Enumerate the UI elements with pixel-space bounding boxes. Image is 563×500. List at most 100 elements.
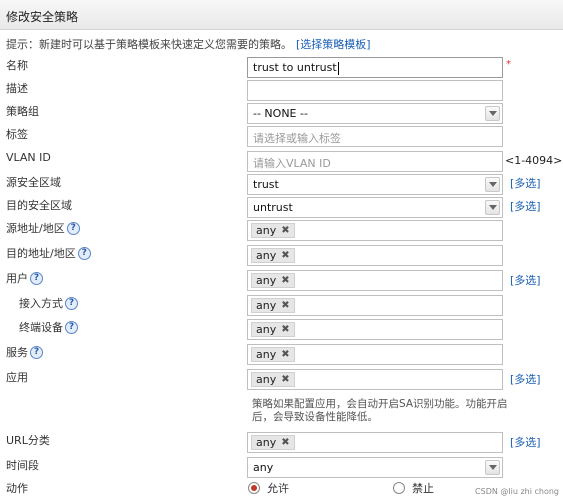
user-label-text: 用户 bbox=[6, 272, 28, 285]
user-multi-link[interactable]: [多选] bbox=[510, 272, 541, 288]
time-range-select[interactable]: any bbox=[247, 457, 503, 478]
policy-group-value: -- NONE -- bbox=[253, 107, 308, 120]
tag-input[interactable]: 请选择或输入标签 bbox=[247, 126, 503, 147]
terminal-label-text: 终端设备 bbox=[19, 321, 63, 334]
access-mode-input[interactable]: any ✖ bbox=[247, 295, 503, 316]
text-caret bbox=[337, 61, 339, 75]
application-input[interactable]: any ✖ bbox=[247, 369, 503, 390]
chevron-down-icon[interactable] bbox=[485, 106, 500, 121]
dst-zone-multi-link[interactable]: [多选] bbox=[510, 198, 541, 214]
terminal-label: 终端设备? bbox=[19, 319, 78, 335]
action-label: 动作 bbox=[6, 482, 28, 495]
description-input[interactable] bbox=[247, 80, 503, 101]
dst-zone-value: untrust bbox=[253, 201, 293, 214]
user-input[interactable]: any ✖ bbox=[247, 270, 503, 291]
dst-zone-label: 目的安全区域 bbox=[6, 199, 72, 212]
select-template-link[interactable]: [选择策略模板] bbox=[296, 38, 371, 51]
time-range-label: 时间段 bbox=[6, 459, 39, 472]
tag-chip: any ✖ bbox=[251, 372, 295, 387]
remove-icon[interactable]: ✖ bbox=[281, 299, 289, 312]
url-category-label: URL分类 bbox=[6, 434, 50, 447]
help-icon[interactable]: ? bbox=[30, 345, 43, 359]
src-zone-value: trust bbox=[253, 178, 279, 191]
src-zone-multi-link[interactable]: [多选] bbox=[510, 175, 541, 191]
src-addr-input[interactable]: any ✖ bbox=[247, 220, 503, 241]
tag-label: 标签 bbox=[6, 128, 28, 141]
dialog-titlebar: 修改安全策略 bbox=[0, 0, 563, 30]
service-label-text: 服务 bbox=[6, 346, 28, 359]
remove-icon[interactable]: ✖ bbox=[281, 373, 289, 386]
remove-icon[interactable]: ✖ bbox=[281, 249, 289, 262]
tag-chip: any ✖ bbox=[251, 223, 295, 238]
help-icon[interactable]: ? bbox=[65, 320, 78, 334]
src-zone-label: 源安全区域 bbox=[6, 176, 61, 189]
url-category-multi-link[interactable]: [多选] bbox=[510, 434, 541, 450]
tag-chip: any ✖ bbox=[251, 298, 295, 313]
remove-icon[interactable]: ✖ bbox=[281, 348, 289, 361]
vlan-id-placeholder: 请输入VLAN ID bbox=[253, 157, 331, 170]
help-icon[interactable]: ? bbox=[66, 221, 80, 235]
dst-addr-label: 目的地址/地区? bbox=[6, 245, 91, 261]
help-icon[interactable]: ? bbox=[77, 246, 91, 260]
remove-icon[interactable]: ✖ bbox=[281, 323, 289, 336]
watermark: CSDN @liu zhi chong bbox=[475, 487, 559, 496]
src-zone-select[interactable]: trust bbox=[247, 174, 503, 195]
chevron-down-icon[interactable] bbox=[485, 460, 500, 475]
vlan-id-input[interactable]: 请输入VLAN ID bbox=[247, 151, 503, 172]
tag-chip-label: any bbox=[256, 373, 277, 386]
action-deny-radio[interactable]: 禁止 bbox=[393, 480, 434, 496]
radio-selected-icon bbox=[248, 482, 260, 494]
hint-row: 提示：新建时可以基于策略模板来快速定义您需要的策略。 [选择策略模板] bbox=[6, 36, 371, 52]
radio-empty-icon bbox=[393, 482, 405, 494]
policy-group-select[interactable]: -- NONE -- bbox=[247, 103, 503, 124]
remove-icon[interactable]: ✖ bbox=[281, 274, 289, 287]
required-mark: * bbox=[506, 59, 511, 70]
tag-chip-label: any bbox=[256, 299, 277, 312]
src-addr-label-text: 源地址/地区 bbox=[6, 222, 65, 235]
tag-chip: any ✖ bbox=[251, 248, 295, 263]
remove-icon[interactable]: ✖ bbox=[281, 436, 289, 449]
service-input[interactable]: any ✖ bbox=[247, 344, 503, 365]
terminal-input[interactable]: any ✖ bbox=[247, 319, 503, 340]
chevron-down-icon[interactable] bbox=[485, 177, 500, 192]
access-mode-label-text: 接入方式 bbox=[19, 297, 63, 310]
tag-chip: any ✖ bbox=[251, 273, 295, 288]
chevron-down-icon[interactable] bbox=[485, 200, 500, 215]
name-input[interactable]: trust to untrust bbox=[247, 57, 503, 78]
tag-placeholder: 请选择或输入标签 bbox=[253, 132, 341, 145]
access-mode-label: 接入方式? bbox=[19, 295, 78, 311]
tag-chip: any ✖ bbox=[251, 435, 295, 450]
remove-icon[interactable]: ✖ bbox=[281, 224, 289, 237]
vlan-range-hint: <1-4094> bbox=[505, 154, 563, 167]
tag-chip-label: any bbox=[256, 274, 277, 287]
dst-addr-input[interactable]: any ✖ bbox=[247, 245, 503, 266]
application-label: 应用 bbox=[6, 371, 28, 384]
name-value: trust to untrust bbox=[253, 61, 337, 74]
application-note: 策略如果配置应用，会自动开启SA识别功能。功能开启后，会导致设备性能降低。 bbox=[252, 398, 508, 423]
tag-chip-label: any bbox=[256, 249, 277, 262]
help-icon[interactable]: ? bbox=[30, 271, 43, 285]
tag-chip-label: any bbox=[256, 224, 277, 237]
tag-chip-label: any bbox=[256, 436, 277, 449]
tag-chip: any ✖ bbox=[251, 322, 295, 337]
vlan-id-label: VLAN ID bbox=[6, 151, 51, 164]
user-label: 用户? bbox=[6, 270, 43, 286]
description-label: 描述 bbox=[6, 82, 28, 95]
dst-addr-label-text: 目的地址/地区 bbox=[6, 247, 76, 260]
service-label: 服务? bbox=[6, 344, 43, 360]
tag-chip-label: any bbox=[256, 348, 277, 361]
application-multi-link[interactable]: [多选] bbox=[510, 371, 541, 387]
dst-zone-select[interactable]: untrust bbox=[247, 197, 503, 218]
action-permit-radio[interactable]: 允许 bbox=[248, 480, 289, 496]
url-category-input[interactable]: any ✖ bbox=[247, 432, 503, 453]
action-permit-label: 允许 bbox=[267, 482, 289, 495]
action-deny-label: 禁止 bbox=[412, 482, 434, 495]
tag-chip-label: any bbox=[256, 323, 277, 336]
help-icon[interactable]: ? bbox=[65, 296, 78, 310]
policy-group-label: 策略组 bbox=[6, 105, 39, 118]
src-addr-label: 源地址/地区? bbox=[6, 220, 80, 236]
tag-chip: any ✖ bbox=[251, 347, 295, 362]
dialog-title: 修改安全策略 bbox=[6, 10, 79, 24]
name-label: 名称 bbox=[6, 59, 28, 72]
time-range-value: any bbox=[253, 461, 274, 474]
